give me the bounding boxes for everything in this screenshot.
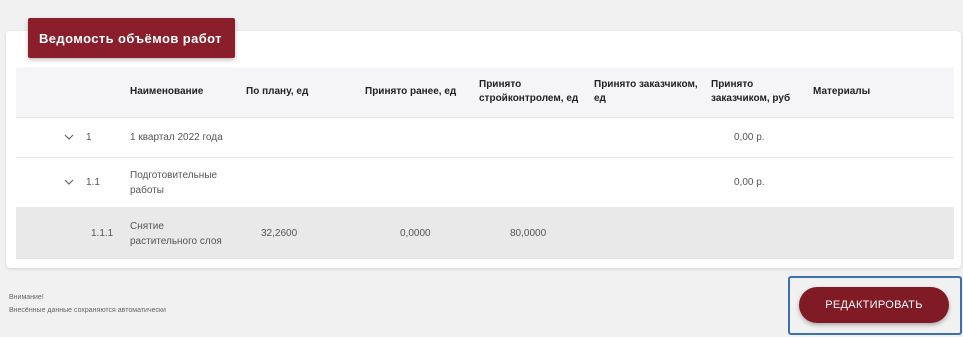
row-customer-rub: 0,00 р. [734,177,765,188]
chevron-down-icon[interactable] [64,132,74,142]
table-row[interactable]: 1 1 квартал 2022 года 0,00 р. [16,118,954,158]
row-prev: 0,0000 [400,228,431,239]
autosave-notice: Внимание! Внесённые данные сохраняются а… [9,291,166,317]
col-header-customer-units[interactable]: Принято заказчиком, ед [594,78,711,106]
col-header-stroy[interactable]: Принято стройконтролем, ед [479,78,594,106]
col-header-plan[interactable]: По плану, ед [246,85,365,99]
notice-text: Внесённые данные сохраняются автоматичес… [9,307,166,314]
col-header-name[interactable]: Наименование [130,85,246,99]
table-row[interactable]: 1.1 Подготовительные работы 0,00 р. [16,158,954,208]
row-name: Снятие растительного слоя [130,220,222,247]
card-title: Ведомость объёмов работ [28,18,235,58]
col-header-prev[interactable]: Принято ранее, ед [365,85,479,99]
row-number-cell: 1.1 [16,177,130,188]
notice-title: Внимание! [9,294,44,301]
row-number: 1.1.1 [91,228,114,239]
row-number-cell: 1 [16,132,130,143]
table-row[interactable]: 1.1.1 Снятие растительного слоя 32,2600 … [16,208,954,259]
edit-button[interactable]: РЕДАКТИРОВАТЬ [799,287,949,323]
row-name: 1 квартал 2022 года [130,132,223,143]
row-number-cell: 1.1.1 [16,228,130,239]
col-header-customer-rub[interactable]: Принято заказчиком, руб [711,78,813,106]
row-plan: 32,2600 [261,228,298,239]
row-number: 1.1 [86,177,100,188]
chevron-down-icon[interactable] [64,177,74,187]
table-header: Наименование По плану, ед Принято ранее,… [16,67,954,118]
row-name: Подготовительные работы [130,169,218,196]
works-table: Наименование По плану, ед Принято ранее,… [16,67,954,259]
row-customer-rub: 0,00 р. [734,132,765,143]
row-stroy: 80,0000 [510,228,547,239]
row-number: 1 [86,132,92,143]
col-header-materials[interactable]: Материалы [813,85,954,99]
